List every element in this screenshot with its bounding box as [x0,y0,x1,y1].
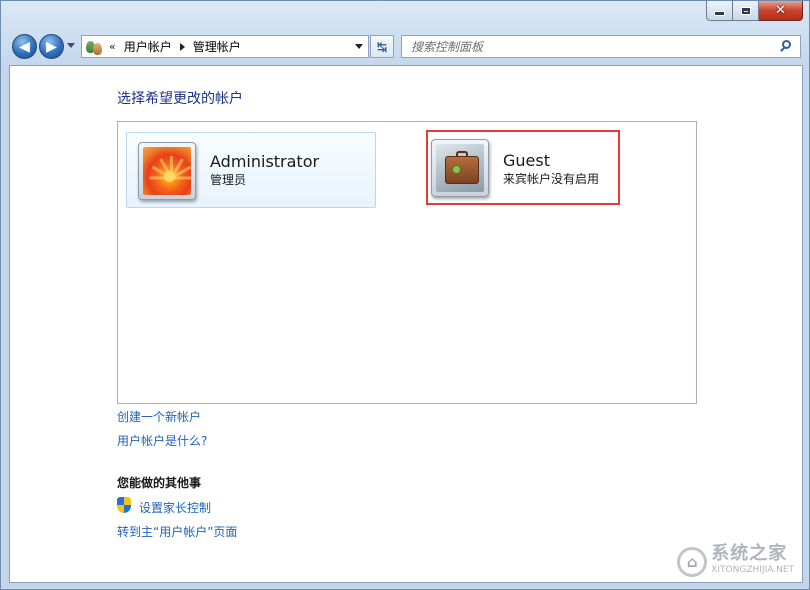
avatar [138,142,196,200]
shield-icon [117,497,132,514]
back-button[interactable]: ◀ [12,34,37,59]
search-box[interactable] [401,35,801,58]
account-info: Guest 来宾帐户没有启用 [503,151,599,187]
user-accounts-icon [85,38,103,56]
account-name: Guest [503,151,550,170]
watermark-url: XITONGZHIJIA.NET [711,565,794,575]
search-input[interactable] [411,39,771,54]
parental-controls-link[interactable]: 设置家长控制 [139,499,211,516]
refresh-button[interactable]: ↹ [370,35,394,58]
suitcase-picture-icon [436,144,484,192]
watermark-text: 系统之家 [711,543,788,564]
maximize-icon [740,6,751,15]
breadcrumb-arrow-icon[interactable] [179,42,185,51]
watermark-logo-icon: ⌂ [677,547,708,577]
content-area: 选择希望更改的帐户 Administrator 管理员 Guest 来宾帐户没有… [9,65,803,583]
account-role: 来宾帐户没有启用 [503,172,600,186]
refresh-icon: ↹ [376,39,388,54]
account-name: Administrator [210,152,320,171]
create-account-link[interactable]: 创建一个新帐户 [117,408,201,425]
accounts-list: Administrator 管理员 Guest 来宾帐户没有启用 [117,121,697,404]
breadcrumb-overflow[interactable]: « [109,40,116,53]
search-icon[interactable] [779,40,793,54]
control-panel-window: ✕ ◀ ▶ « 用户帐户 管理帐户 ↹ 选择希望更改的帐户 [0,0,810,590]
minimize-button[interactable] [706,1,733,21]
breadcrumb-manage-accounts[interactable]: 管理帐户 [193,38,241,55]
avatar [431,139,489,197]
address-bar[interactable]: « 用户帐户 管理帐户 [81,35,369,58]
address-dropdown-icon[interactable] [355,44,363,49]
breadcrumb-user-accounts[interactable]: 用户帐户 [124,38,172,55]
what-is-user-account-link[interactable]: 用户帐户是什么? [117,432,207,449]
watermark: ⌂ 系统之家 XITONGZHIJIA.NET [677,543,794,578]
maximize-button[interactable] [733,1,759,21]
flower-picture-icon [143,147,191,195]
forward-button[interactable]: ▶ [39,34,64,59]
main-user-accounts-link[interactable]: 转到主“用户帐户”页面 [117,523,237,540]
window-controls: ✕ [706,1,803,21]
recent-pages-dropdown-icon[interactable] [67,43,75,48]
arrow-right-icon: ▶ [46,38,57,55]
close-icon: ✕ [775,3,786,18]
close-button[interactable]: ✕ [759,1,803,21]
minimize-icon [714,11,725,16]
account-role: 管理员 [210,173,247,187]
other-tasks-heading: 您能做的其他事 [117,476,202,490]
account-card-guest[interactable]: Guest 来宾帐户没有启用 [426,130,620,205]
account-info: Administrator 管理员 [210,152,319,188]
account-card-administrator[interactable]: Administrator 管理员 [126,132,376,208]
arrow-left-icon: ◀ [19,38,30,55]
page-title: 选择希望更改的帐户 [117,91,243,107]
